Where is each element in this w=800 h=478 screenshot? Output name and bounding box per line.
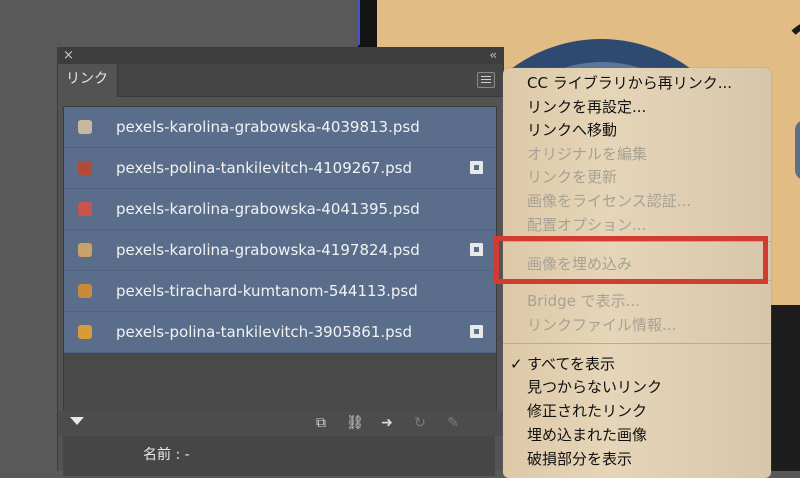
link-row[interactable]: pexels-karolina-grabowska-4039813.psd: [64, 107, 496, 148]
thumbnail-icon: [78, 161, 92, 175]
tab-links[interactable]: リンク: [58, 64, 118, 97]
menu-item-go-to-link[interactable]: リンクへ移動: [527, 121, 617, 139]
link-row[interactable]: pexels-karolina-grabowska-4041395.psd: [64, 189, 496, 230]
menu-item-show-broken[interactable]: 破損部分を表示: [527, 450, 632, 468]
link-name: pexels-karolina-grabowska-4197824.psd: [116, 241, 420, 259]
panel-titlebar[interactable]: × ‹‹: [58, 47, 503, 64]
modified-link-icon: [470, 161, 483, 174]
menu-item-relink[interactable]: リンクを再設定...: [527, 98, 646, 116]
menu-item-reveal-in-bridge[interactable]: Bridge で表示...: [527, 292, 640, 310]
hamburger-line: [481, 82, 491, 83]
menu-item-placement-options[interactable]: 配置オプション...: [527, 216, 646, 234]
menu-item-show-all[interactable]: すべてを表示: [527, 355, 615, 373]
panel-tabbar: リンク: [58, 64, 503, 97]
guide-line: [358, 0, 360, 45]
link-row[interactable]: pexels-polina-tankilevitch-4109267.psd: [64, 148, 496, 189]
thumbnail-icon: [78, 120, 92, 134]
collapse-icon[interactable]: ‹‹: [489, 47, 496, 63]
links-list[interactable]: pexels-karolina-grabowska-4039813.psd pe…: [63, 106, 497, 412]
menu-separator: [503, 343, 771, 344]
panel-toolbar: ⧉ ⛓ ➜ ↻ ✎: [58, 411, 503, 436]
hamburger-line: [481, 76, 491, 77]
menu-item-relink-cc-library[interactable]: CC ライブラリから再リンク...: [527, 74, 732, 92]
checkmark-icon: ✓: [510, 355, 523, 373]
menu-item-modified-links[interactable]: 修正されたリンク: [527, 402, 647, 420]
update-link-icon[interactable]: ↻: [410, 415, 430, 431]
thumbnail-icon: [78, 243, 92, 257]
modified-link-icon: [470, 243, 483, 256]
disclosure-triangle-icon[interactable]: [70, 417, 84, 425]
cup-handle-image: [781, 20, 800, 92]
go-to-link-icon[interactable]: ➜: [377, 415, 397, 431]
menu-item-embedded-images[interactable]: 埋め込まれた画像: [527, 426, 647, 444]
info-name-label: 名前 : -: [143, 447, 190, 463]
link-name: pexels-karolina-grabowska-4039813.psd: [116, 118, 420, 136]
panel-menu-button[interactable]: [477, 72, 495, 88]
chain-link-icon[interactable]: ⛓: [345, 415, 365, 431]
edit-original-icon[interactable]: ✎: [443, 415, 463, 431]
modified-link-icon: [470, 325, 483, 338]
link-name: pexels-karolina-grabowska-4041395.psd: [116, 200, 420, 218]
relink-cc-library-icon[interactable]: ⧉: [311, 415, 331, 431]
link-row[interactable]: pexels-polina-tankilevitch-3905861.psd: [64, 312, 496, 353]
menu-item-missing-links[interactable]: 見つからないリンク: [527, 378, 662, 396]
links-panel: × ‹‹ リンク pexels-karolina-grabowska-40398…: [57, 47, 504, 476]
link-name: pexels-tirachard-kumtanom-544113.psd: [116, 282, 418, 300]
link-name: pexels-polina-tankilevitch-3905861.psd: [116, 323, 413, 341]
link-row[interactable]: pexels-karolina-grabowska-4197824.psd: [64, 230, 496, 271]
close-icon[interactable]: ×: [63, 48, 74, 63]
link-info-area: 名前 : -: [63, 436, 495, 476]
thumbnail-icon: [78, 202, 92, 216]
link-row[interactable]: pexels-tirachard-kumtanom-544113.psd: [64, 271, 496, 312]
menu-item-update-link[interactable]: リンクを更新: [527, 168, 617, 186]
highlight-annotation: [494, 236, 768, 284]
menu-item-edit-original[interactable]: オリジナルを編集: [527, 145, 647, 163]
thumbnail-icon: [78, 284, 92, 298]
hamburger-line: [481, 79, 491, 80]
menu-item-license-image[interactable]: 画像をライセンス認証...: [527, 192, 691, 210]
side-object-image: [795, 120, 800, 180]
link-name: pexels-polina-tankilevitch-4109267.psd: [116, 159, 413, 177]
menu-item-link-file-info[interactable]: リンクファイル情報...: [527, 316, 676, 334]
thumbnail-icon: [78, 325, 92, 339]
